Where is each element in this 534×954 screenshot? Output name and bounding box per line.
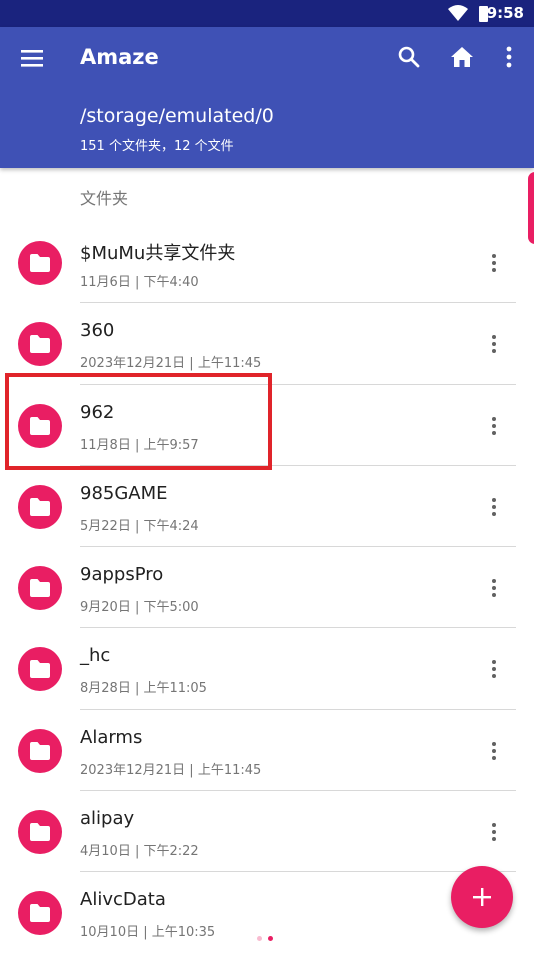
folder-date: 11月6日 | 下午4:40 — [80, 275, 199, 290]
highlight-box — [5, 373, 272, 470]
more-vert-icon[interactable] — [482, 248, 506, 276]
folder-name: 9appsPro — [80, 564, 164, 586]
more-vert-icon[interactable] — [482, 492, 506, 520]
folder-name: 360 — [80, 320, 115, 342]
search-icon[interactable] — [396, 44, 422, 70]
app-title: Amaze — [80, 45, 159, 69]
section-header-folders: 文件夹 — [80, 189, 129, 208]
list-item[interactable]: alipay 4月10日 | 下午2:22 — [0, 791, 534, 873]
folder-icon — [18, 241, 62, 285]
more-vert-icon[interactable] — [482, 736, 506, 764]
folder-name: alipay — [80, 808, 135, 830]
folder-date: 2023年12月21日 | 上午11:45 — [80, 356, 262, 372]
folder-file-summary: 151 个文件夹，12 个文件 — [80, 139, 234, 154]
more-vert-icon[interactable] — [482, 654, 506, 682]
folder-icon — [18, 891, 62, 936]
more-vert-icon[interactable] — [482, 817, 506, 845]
more-vert-icon[interactable] — [496, 44, 522, 70]
add-fab-button[interactable] — [451, 866, 513, 928]
folder-date: 9月20日 | 下午5:00 — [80, 600, 199, 616]
menu-icon[interactable] — [19, 47, 45, 69]
folder-name: Alarms — [80, 726, 143, 748]
page-indicator — [257, 926, 279, 945]
folder-icon — [18, 728, 62, 773]
more-vert-icon[interactable] — [482, 411, 506, 439]
folder-icon — [18, 322, 62, 367]
folder-name: 985GAME — [80, 482, 168, 504]
wifi-icon — [448, 5, 468, 21]
status-time: 9:58 — [486, 4, 524, 22]
folder-date: 2023年12月21日 | 上午11:45 — [80, 762, 262, 778]
folder-date: 10月10日 | 上午10:35 — [80, 925, 216, 941]
folder-name: $MuMu共享文件夹 — [80, 243, 236, 264]
folder-icon — [18, 647, 62, 692]
list-item[interactable]: 985GAME 5月22日 | 下午4:24 — [0, 466, 534, 548]
folder-name: AlivcData — [80, 889, 166, 911]
folder-date: 4月10日 | 下午2:22 — [80, 844, 199, 860]
app-bar: Amaze /storage/emulated/0 151 个文件夹，12 个文… — [0, 27, 534, 168]
list-item[interactable]: $MuMu共享文件夹 11月6日 | 下午4:40 — [0, 222, 534, 304]
folder-date: 8月28日 | 上午11:05 — [80, 681, 207, 697]
folder-icon — [18, 566, 62, 611]
folder-name: _hc — [80, 645, 111, 667]
list-item[interactable]: Alarms 2023年12月21日 | 上午11:45 — [0, 710, 534, 792]
status-bar: 9:58 — [0, 0, 534, 27]
list-item[interactable]: 9appsPro 9月20日 | 下午5:00 — [0, 547, 534, 629]
more-vert-icon[interactable] — [482, 573, 506, 601]
folder-list: $MuMu共享文件夹 11月6日 | 下午4:40 360 2023年12月21… — [0, 222, 534, 954]
list-item[interactable]: _hc 8月28日 | 上午11:05 — [0, 628, 534, 710]
current-path: /storage/emulated/0 — [80, 105, 274, 127]
folder-icon — [18, 810, 62, 855]
home-icon[interactable] — [449, 44, 475, 70]
more-vert-icon[interactable] — [482, 329, 506, 357]
plus-icon — [473, 888, 491, 906]
folder-icon — [18, 484, 62, 529]
folder-date: 5月22日 | 下午4:24 — [80, 518, 199, 534]
